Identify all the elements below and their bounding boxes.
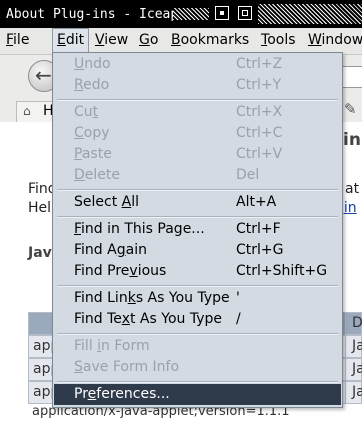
menu-item-paste[interactable]: Paste Ctrl+V xyxy=(54,144,341,165)
menu-item-find-in-page[interactable]: Find in This Page... Ctrl+F xyxy=(54,219,341,240)
menu-item-cut[interactable]: Cut Ctrl+X xyxy=(54,102,341,123)
shortcut-delete: Del xyxy=(236,167,260,183)
menu-separator xyxy=(57,333,338,335)
menu-item-redo[interactable]: Redo Ctrl+Y xyxy=(54,75,341,96)
shortcut-paste: Ctrl+V xyxy=(236,146,283,162)
shortcut-find: Ctrl+F xyxy=(236,221,281,237)
home-icon: ⌂ xyxy=(23,104,31,118)
menu-separator xyxy=(57,99,338,101)
menu-item-find-links[interactable]: Find Links As You Type ' xyxy=(54,288,341,309)
menu-bookmarks[interactable]: Bookmarks xyxy=(171,32,249,48)
menu-separator xyxy=(57,216,338,218)
page-heading: in xyxy=(343,130,361,150)
menu-item-find-previous[interactable]: Find Previous Ctrl+Shift+G xyxy=(54,261,341,282)
table-header-description: D xyxy=(352,315,362,331)
shortcut-undo: Ctrl+Z xyxy=(236,56,283,72)
titlebar-grip-right xyxy=(258,4,362,24)
window-title: About Plug-ins - Iceape xyxy=(6,7,187,22)
menu-separator xyxy=(57,285,338,287)
menu-item-fill-in-form[interactable]: Fill in Form xyxy=(54,336,341,357)
minimize-button[interactable] xyxy=(215,6,229,20)
shortcut-select-all: Alt+A xyxy=(236,194,277,210)
menu-item-copy[interactable]: Copy Ctrl+C xyxy=(54,123,341,144)
menu-item-delete[interactable]: Delete Del xyxy=(54,165,341,186)
table-cell-description: Ja xyxy=(352,338,362,354)
menu-item-save-form-info[interactable]: Save Form Info xyxy=(54,357,341,378)
menu-go[interactable]: Go xyxy=(139,32,158,48)
menu-bar: File Edit View Go Bookmarks Tools Window xyxy=(0,28,362,55)
menu-separator xyxy=(57,189,338,191)
menu-edit[interactable]: Edit xyxy=(52,28,90,52)
maximize-button[interactable] xyxy=(238,6,252,20)
menu-tools[interactable]: Tools xyxy=(261,32,296,48)
table-cell-description: Ja xyxy=(352,361,362,377)
menu-item-find-again[interactable]: Find Again Ctrl+G xyxy=(54,240,341,261)
shortcut-find-previous: Ctrl+Shift+G xyxy=(236,263,328,279)
page-text-line2: Hel xyxy=(28,200,52,216)
shortcut-find-text: / xyxy=(236,311,241,327)
menu-file[interactable]: File xyxy=(6,32,29,48)
menu-item-select-all[interactable]: Select All Alt+A xyxy=(54,192,341,213)
menu-separator xyxy=(57,381,338,383)
shortcut-copy: Ctrl+C xyxy=(236,125,283,141)
edit-menu-dropdown: Undo Ctrl+Z Redo Ctrl+Y Cut Ctrl+X Copy … xyxy=(52,52,343,408)
table-cell-description: Ja xyxy=(352,384,362,400)
menu-item-find-text[interactable]: Find Text As You Type / xyxy=(54,309,341,330)
shortcut-find-again: Ctrl+G xyxy=(236,242,284,258)
menu-view[interactable]: View xyxy=(95,32,128,48)
menu-item-preferences[interactable]: Preferences... xyxy=(54,384,341,405)
window-titlebar[interactable]: About Plug-ins - Iceape xyxy=(0,0,362,28)
titlebar-grip xyxy=(173,8,209,20)
shortcut-find-links: ' xyxy=(236,290,240,306)
menu-window[interactable]: Window xyxy=(308,32,362,48)
bookmark-icon[interactable]: ✎ xyxy=(344,100,357,118)
shortcut-cut: Ctrl+X xyxy=(236,104,283,120)
page-text-line1-end: at xyxy=(345,181,360,197)
shortcut-redo: Ctrl+Y xyxy=(236,77,282,93)
menu-item-undo[interactable]: Undo Ctrl+Z xyxy=(54,54,341,75)
